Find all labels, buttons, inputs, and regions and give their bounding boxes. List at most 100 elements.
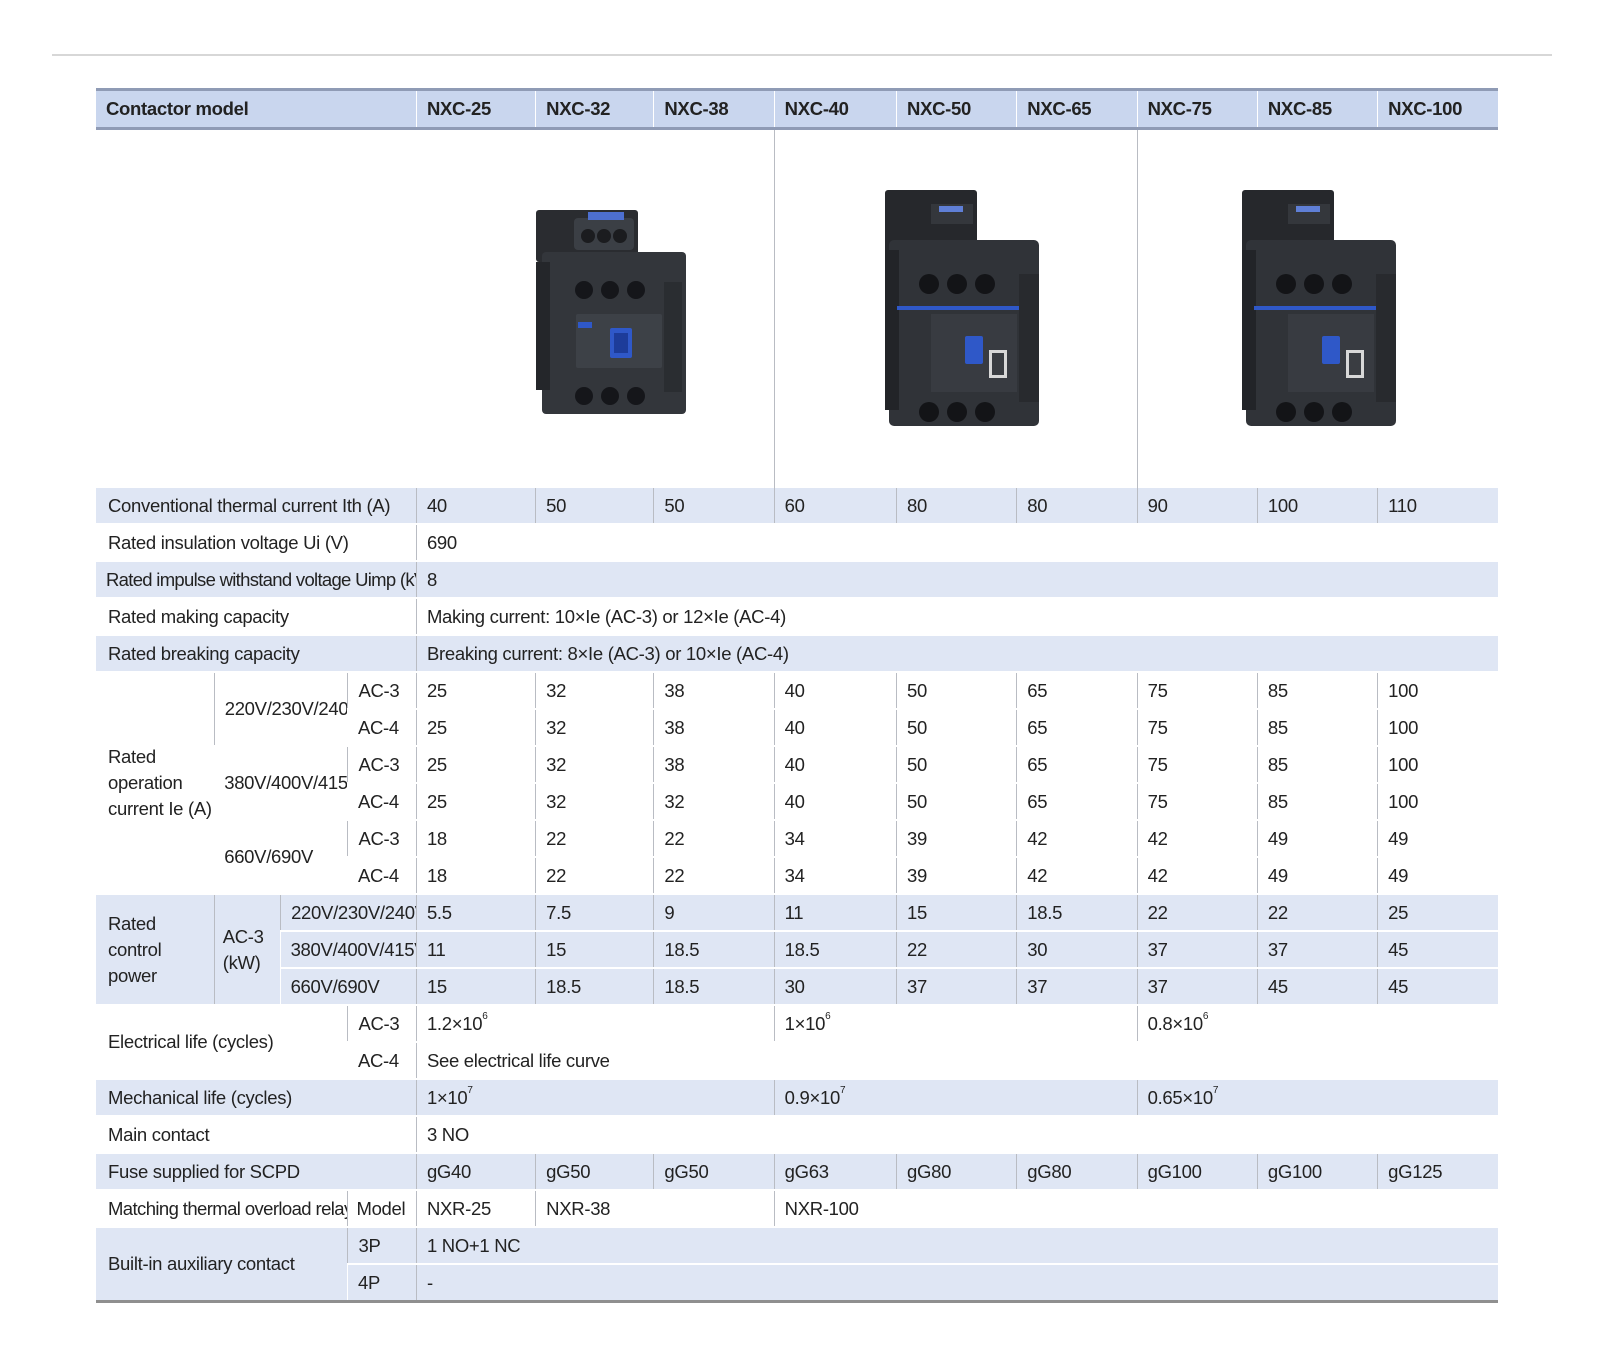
- value-cell: 100: [1377, 746, 1498, 784]
- operation-current-row: 660V/690V AC-3 18 22 22 34 39 42 42 49 4…: [96, 820, 1498, 895]
- operation-current-label: Rated operation current Ie (A): [96, 672, 215, 895]
- value-cell: 37: [896, 968, 1017, 1006]
- contactor-image-large-cell: [1136, 128, 1498, 488]
- value-cell: 11: [773, 894, 897, 932]
- voltage-label: 380V/400V/415V: [214, 746, 348, 821]
- value-cell: 45: [1377, 968, 1498, 1006]
- value-cell: 40: [773, 783, 897, 821]
- value-cell: 18: [415, 857, 536, 895]
- value-cell: Breaking current: 8×Ie (AC-3) or 10×Ie (…: [415, 635, 1498, 673]
- value-cell: gG100: [1256, 1153, 1378, 1191]
- control-category-label: AC-3 (kW): [213, 894, 281, 1006]
- value-cell: See electrical life curve: [415, 1042, 1498, 1080]
- value-cell: 100: [1377, 709, 1498, 747]
- value-cell: gG100: [1136, 1153, 1258, 1191]
- value-cell: gG50: [535, 1153, 654, 1191]
- row-label: Mechanical life (cycles): [96, 1079, 417, 1117]
- impulse-voltage-row: Rated impulse withstand voltage Uimp (kV…: [96, 561, 1498, 599]
- category-label: 4P: [347, 1264, 417, 1303]
- value-cell: 50: [896, 709, 1017, 747]
- value-cell: 42: [1016, 857, 1138, 895]
- value-cell: 9: [653, 894, 775, 932]
- value-cell: 65: [1016, 783, 1138, 821]
- value-base: 1×10: [426, 1086, 468, 1108]
- value-exponent: 7: [839, 1084, 846, 1096]
- voltage-label: 220V/230V/240V: [213, 672, 348, 747]
- value-cell: 40: [773, 746, 897, 784]
- value-cell: 1×107: [415, 1079, 775, 1117]
- model-heading: NXC-32: [535, 88, 654, 130]
- value-cell: 85: [1256, 709, 1378, 747]
- value-cell: 39: [896, 857, 1017, 895]
- value-cell: 18.5: [773, 931, 897, 969]
- voltage-label: 660V/690V: [280, 968, 417, 1006]
- value-cell: 32: [653, 783, 775, 821]
- value-cell: 37: [1136, 968, 1258, 1006]
- value-base: 1.2×10: [426, 1012, 483, 1034]
- value-cell: 50: [653, 488, 775, 525]
- contactor-spec-table: Contactor model NXC-25 NXC-32 NXC-38 NXC…: [96, 88, 1498, 1303]
- value-exponent: 7: [1212, 1084, 1219, 1096]
- model-heading: NXC-38: [653, 88, 775, 130]
- value-cell: 25: [1377, 894, 1498, 932]
- value-cell: 75: [1136, 709, 1258, 747]
- value-cell: 75: [1136, 783, 1258, 821]
- model-heading: NXC-40: [773, 88, 897, 130]
- value-cell: 100: [1377, 672, 1498, 710]
- value-cell: 15: [415, 968, 536, 1006]
- value-cell: 0.8×106: [1136, 1005, 1498, 1043]
- value-cell: 80: [896, 488, 1017, 525]
- electrical-life-label: Electrical life (cycles): [96, 1005, 348, 1080]
- value-cell: 49: [1256, 857, 1378, 895]
- value-cell: 25: [415, 709, 536, 747]
- value-cell: 30: [773, 968, 897, 1006]
- value-cell: gG80: [1016, 1153, 1138, 1191]
- value-cell: -: [415, 1264, 1498, 1303]
- value-cell: Making current: 10×Ie (AC-3) or 12×Ie (A…: [415, 598, 1498, 636]
- voltage-label: 380V/400V/415V: [280, 931, 417, 969]
- mechanical-life-row: Mechanical life (cycles) 1×107 0.9×107 0…: [96, 1079, 1498, 1117]
- top-divider: [52, 54, 1552, 56]
- value-cell: 22: [1256, 894, 1378, 932]
- header-row: Contactor model NXC-25 NXC-32 NXC-38 NXC…: [96, 88, 1498, 130]
- value-cell: 49: [1377, 857, 1498, 895]
- category-label: AC-3: [347, 1005, 417, 1043]
- value-cell: 37: [1256, 931, 1378, 969]
- category-label: AC-4: [347, 857, 417, 895]
- value-cell: 0.9×107: [773, 1079, 1138, 1117]
- voltage-label: 660V/690V: [214, 820, 348, 895]
- value-cell: 50: [535, 488, 654, 525]
- control-power-row: 380V/400V/415V 11 15 18.5 18.5 22 30 37 …: [96, 931, 1498, 969]
- value-cell: gG40: [415, 1153, 536, 1191]
- overload-relay-row: Matching thermal overload relay Model NX…: [96, 1190, 1498, 1228]
- value-cell: 40: [773, 709, 897, 747]
- value-cell: 65: [1016, 672, 1138, 710]
- value-cell: 11: [415, 931, 536, 969]
- value-cell: 22: [535, 857, 654, 895]
- value-cell: 22: [653, 820, 775, 858]
- category-label: AC-4: [347, 783, 417, 821]
- value-cell: 90: [1136, 488, 1258, 525]
- main-contact-row: Main contact 3 NO: [96, 1116, 1498, 1154]
- value-cell: 34: [773, 857, 897, 895]
- value-cell: 34: [773, 820, 897, 858]
- contactor-image-small-cell: [416, 129, 774, 489]
- value-cell: 15: [535, 931, 654, 969]
- value-cell: 8: [415, 561, 1498, 599]
- value-cell: 22: [896, 931, 1017, 969]
- value-cell: 22: [653, 857, 775, 895]
- category-label: AC-3: [347, 746, 417, 784]
- value-cell: 60: [773, 488, 897, 525]
- value-cell: 65: [1016, 709, 1138, 747]
- value-cell: 42: [1136, 820, 1258, 858]
- value-cell: 22: [1136, 894, 1258, 932]
- value-cell: 18.5: [535, 968, 654, 1006]
- value-cell: 50: [896, 746, 1017, 784]
- row-label: Conventional thermal current Ith (A): [96, 488, 417, 525]
- value-exponent: 6: [482, 1010, 488, 1022]
- value-cell: 25: [415, 672, 536, 710]
- value-base: 0.8×10: [1147, 1012, 1204, 1034]
- contactor-image-medium: [884, 190, 1039, 426]
- control-power-row: 660V/690V 15 18.5 18.5 30 37 37 37 45 45: [96, 968, 1498, 1006]
- value-cell: 49: [1256, 820, 1378, 858]
